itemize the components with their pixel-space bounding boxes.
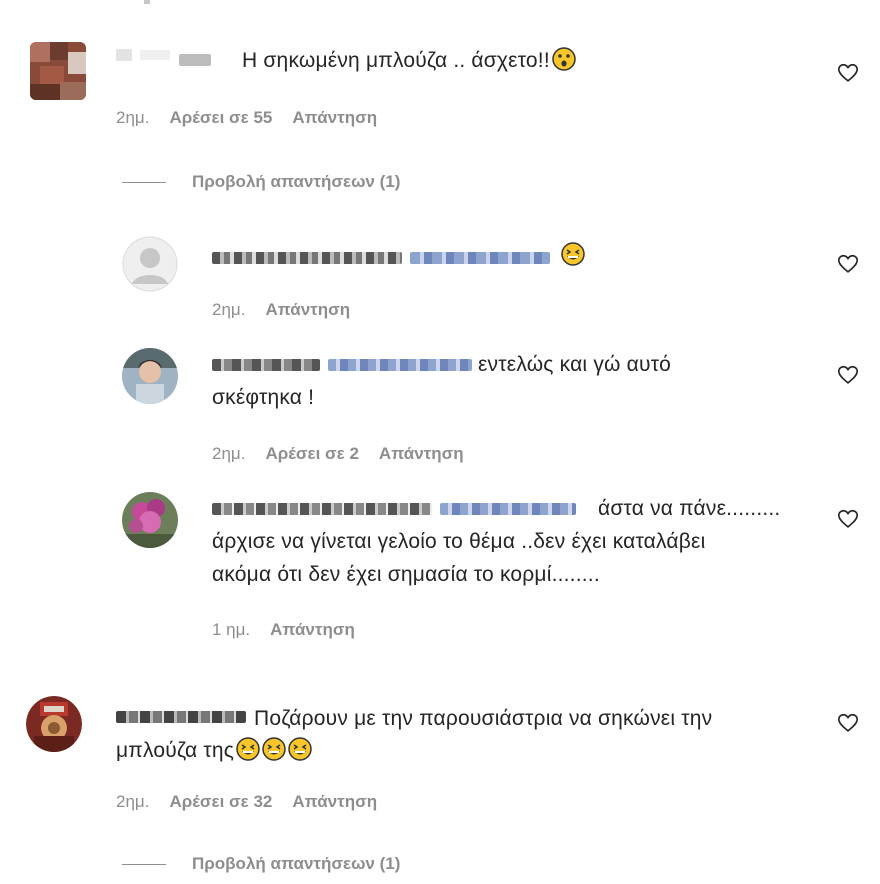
astonished-emoji-icon — [552, 47, 576, 71]
reply-button[interactable]: Απάντηση — [292, 792, 377, 812]
comment-time: 2ημ. — [212, 444, 246, 463]
comment-time: 2ημ. — [116, 792, 150, 811]
divider-line — [122, 863, 166, 865]
grinning-squinting-emoji-icon — [288, 737, 312, 761]
comment-text-continued: μπλούζα της — [116, 734, 312, 767]
grinning-squinting-emoji-icon — [236, 737, 260, 761]
like-heart-icon[interactable] — [837, 712, 859, 734]
view-replies-button[interactable]: Προβολή απαντήσεων (1) — [122, 854, 400, 874]
like-heart-icon[interactable] — [837, 253, 859, 275]
username-redacted[interactable] — [212, 242, 585, 267]
likes-count-link[interactable]: Αρέσει σε 55 — [169, 108, 272, 128]
comment-text: εντελώς και γώ αυτό — [478, 353, 672, 376]
avatar[interactable] — [122, 492, 178, 548]
comment-time: 1 ημ. — [212, 620, 251, 639]
reply-button[interactable]: Απάντηση — [379, 444, 464, 464]
like-heart-icon[interactable] — [837, 508, 859, 530]
username-redacted[interactable] — [212, 356, 476, 374]
username-redacted[interactable] — [116, 708, 250, 726]
comment-time: 2ημ. — [212, 300, 246, 319]
comment-text-continued: άρχισε να γίνεται γελοίο το θέμα ..δεν έ… — [212, 530, 706, 553]
comment-text: άστα να πάνε......... — [598, 497, 781, 520]
view-replies-button[interactable]: Προβολή απαντήσεων (1) — [122, 172, 400, 192]
likes-count-link[interactable]: Αρέσει σε 32 — [169, 792, 272, 812]
default-avatar-icon[interactable] — [122, 236, 178, 292]
like-heart-icon[interactable] — [837, 364, 859, 386]
reply-button[interactable]: Απάντηση — [292, 108, 377, 128]
comment-text-continued: ακόμα ότι δεν έχει σημασία το κορμί.....… — [212, 563, 600, 586]
like-heart-icon[interactable] — [837, 62, 859, 84]
reply-button[interactable]: Απάντηση — [265, 300, 350, 320]
likes-count-link[interactable]: Αρέσει σε 2 — [265, 444, 358, 464]
comment-text: Ποζάρουν με την παρουσιάστρια να σηκώνει… — [254, 707, 713, 730]
avatar[interactable] — [26, 696, 82, 752]
username-redacted[interactable] — [212, 500, 580, 518]
grinning-squinting-emoji-icon — [561, 242, 585, 266]
username-redacted[interactable] — [116, 44, 215, 66]
grinning-squinting-emoji-icon — [262, 737, 286, 761]
view-replies-label[interactable]: Προβολή απαντήσεων (1) — [192, 854, 400, 874]
avatar[interactable] — [30, 42, 86, 100]
reply-button[interactable]: Απάντηση — [270, 620, 355, 640]
comment-time: 2ημ. — [116, 108, 150, 127]
scroll-fragment — [144, 0, 150, 4]
divider-line — [122, 181, 166, 183]
comment-text-continued: σκέφτηκα ! — [212, 386, 315, 409]
comment-text: Η σηκωμένη μπλούζα .. άσχετο!! — [242, 44, 576, 77]
avatar[interactable] — [122, 348, 178, 404]
view-replies-label[interactable]: Προβολή απαντήσεων (1) — [192, 172, 400, 192]
